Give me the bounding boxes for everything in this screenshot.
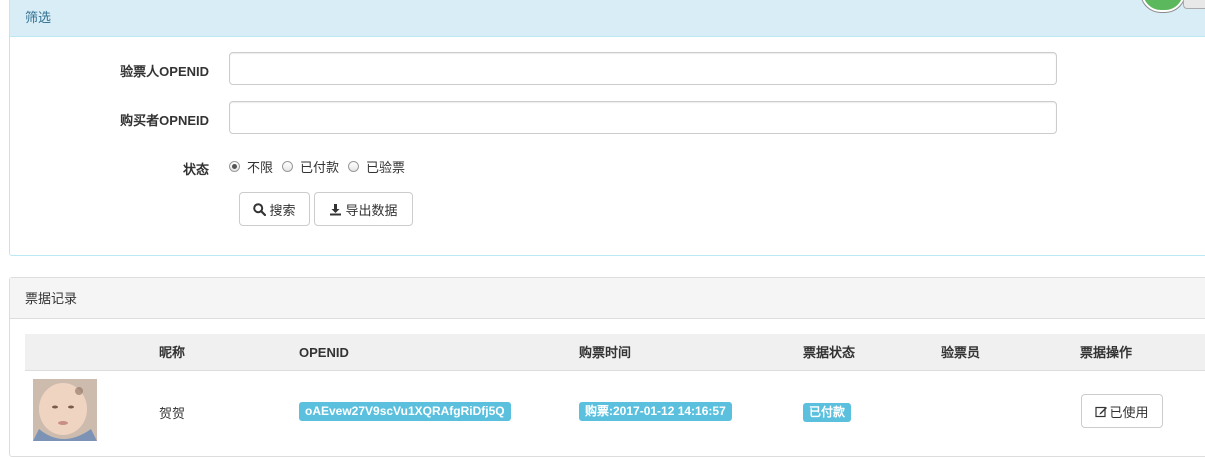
column-ticket-status: 票据状态 — [803, 345, 856, 360]
column-purchase-time: 购票时间 — [579, 345, 632, 360]
row-status-badge: 已付款 — [803, 403, 852, 422]
buyer-openid-input[interactable] — [229, 101, 1057, 134]
row-openid-label: oAEvew27V9scVu1XQRAfgRiDfj5Q — [299, 402, 511, 421]
bubble-tail-shape — [1183, 0, 1205, 9]
export-button-label: 导出数据 — [345, 202, 398, 218]
row-used-button[interactable]: 已使用 — [1081, 394, 1163, 428]
column-verifier: 验票员 — [941, 345, 981, 360]
status-radio-any[interactable]: 不限 — [229, 157, 273, 176]
column-ticket-action: 票据操作 — [1080, 345, 1133, 360]
radio-unchecked-icon — [282, 161, 294, 172]
row-nickname: 贺贺 — [159, 406, 186, 421]
records-table-header: 昵称 OPENID 购票时间 票据状态 验票员 票据操作 — [25, 334, 1205, 371]
status-radio-paid-label: 已付款 — [300, 160, 340, 175]
radio-unchecked-icon — [348, 161, 360, 172]
status-radio-verified[interactable]: 已验票 — [348, 157, 405, 176]
status-label: 状态 — [182, 162, 209, 177]
edit-icon — [1095, 405, 1108, 418]
status-radio-group: 不限 已付款 已验票 — [229, 157, 414, 176]
status-radio-any-label: 不限 — [247, 160, 274, 175]
search-icon — [253, 202, 267, 216]
search-button-label: 搜索 — [269, 202, 296, 218]
row-purchase-time-label: 购票:2017-01-12 14:16:57 — [579, 402, 732, 421]
status-radio-paid[interactable]: 已付款 — [282, 157, 339, 176]
records-panel-title: 票据记录 — [10, 278, 1205, 319]
column-openid: OPENID — [299, 345, 349, 360]
row-used-button-label: 已使用 — [1109, 404, 1149, 420]
column-nickname: 昵称 — [159, 345, 186, 360]
buyer-openid-label: 购买者OPNEID — [120, 113, 209, 128]
search-button[interactable]: 搜索 — [239, 192, 310, 226]
verifier-openid-label: 验票人OPENID — [120, 64, 209, 79]
radio-checked-icon — [229, 161, 240, 172]
filter-panel-title: 筛选 — [10, 0, 1205, 37]
avatar — [33, 379, 97, 441]
verifier-openid-input[interactable] — [229, 52, 1057, 85]
status-radio-verified-label: 已验票 — [366, 160, 406, 175]
download-icon — [329, 203, 342, 216]
export-button[interactable]: 导出数据 — [314, 192, 413, 226]
